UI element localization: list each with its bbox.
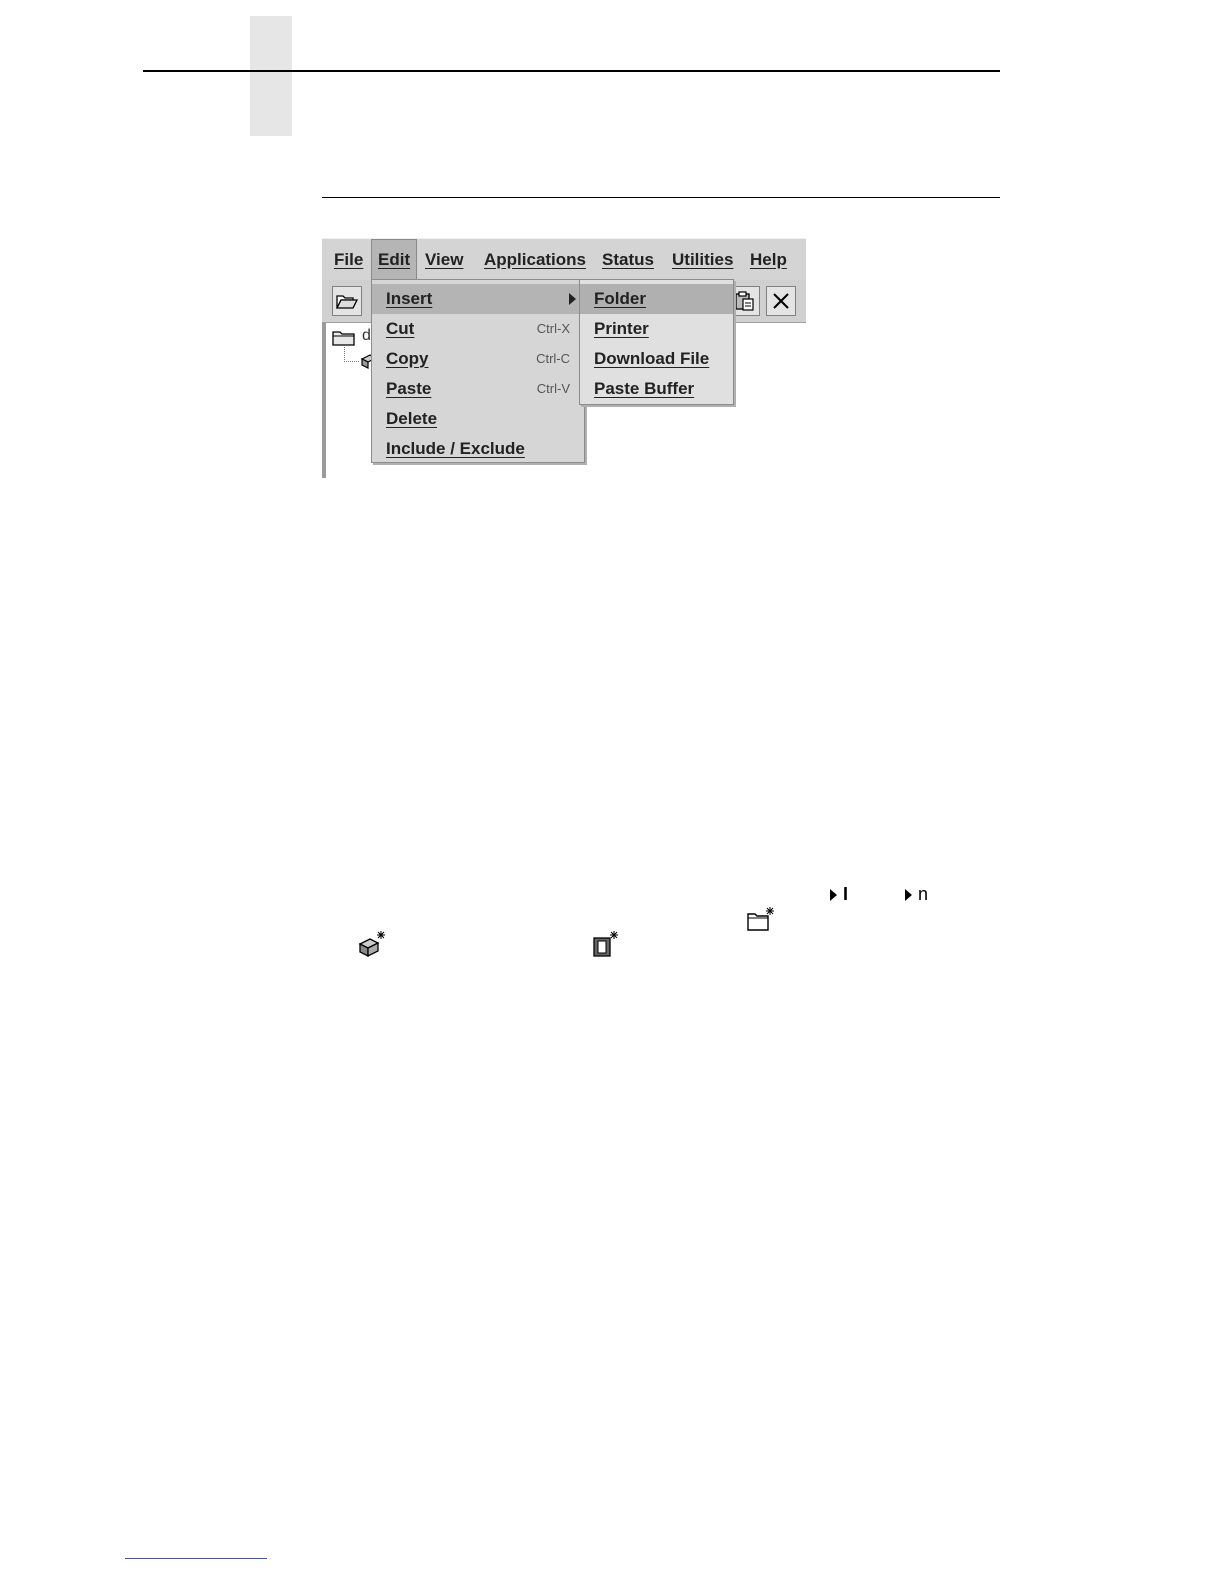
right-triangle-icon [830, 888, 837, 901]
header-rule [143, 70, 1000, 72]
glyph-2-text: n [918, 884, 929, 904]
glyph-1-text: I [843, 884, 849, 904]
menu-applications[interactable]: Applications [478, 239, 592, 281]
new-download-file-icon [593, 931, 618, 957]
menu-item-delete-label: Delete [386, 409, 438, 428]
app-window: File Edit View Applications Status Utili… [322, 238, 806, 478]
menu-edit[interactable]: Edit [371, 239, 418, 281]
submenu-item-download-file[interactable]: Download File [580, 344, 733, 374]
menu-item-cut[interactable]: Cut Ctrl-X [372, 314, 584, 344]
menu-view[interactable]: View [419, 239, 469, 281]
menu-item-copy-label: Copy [386, 349, 429, 368]
menu-item-insert-label: Insert [386, 289, 433, 308]
menu-item-copy-shortcut: Ctrl-C [536, 351, 570, 366]
menu-item-paste-shortcut: Ctrl-V [536, 381, 570, 396]
menu-item-include-exclude-label: Include / Exclude [386, 439, 525, 458]
tree-root-label[interactable]: d [362, 327, 371, 345]
menu-utilities[interactable]: Utilities [666, 239, 739, 281]
open-button[interactable] [332, 286, 362, 316]
new-folder-icon [747, 907, 774, 931]
submenu-item-paste-buffer[interactable]: Paste Buffer [580, 374, 733, 404]
close-icon [773, 293, 789, 309]
paste-button[interactable] [730, 286, 760, 316]
edit-menu-dropdown: Insert Cut Ctrl-X Copy Ctrl-C Paste Ctrl… [371, 279, 585, 463]
footer-link-underline [125, 1558, 267, 1559]
new-printer-icon [358, 931, 385, 958]
clipboard-icon [735, 291, 754, 311]
menu-item-delete[interactable]: Delete [372, 404, 584, 434]
menu-item-insert[interactable]: Insert [372, 284, 584, 314]
menu-status[interactable]: Status [596, 239, 660, 281]
menu-item-include-exclude[interactable]: Include / Exclude [372, 434, 584, 464]
menu-file[interactable]: File [328, 239, 369, 281]
tree-connector [344, 347, 359, 362]
folder-icon [332, 331, 355, 346]
submenu-item-download-file-label: Download File [594, 349, 710, 368]
submenu-item-printer[interactable]: Printer [580, 314, 733, 344]
menu-bar: File Edit View Applications Status Utili… [322, 238, 806, 281]
submenu-item-paste-buffer-label: Paste Buffer [594, 379, 695, 398]
menu-item-paste-label: Paste [386, 379, 432, 398]
menu-item-cut-label: Cut [386, 319, 415, 338]
delete-button[interactable] [766, 286, 796, 316]
arrow-glyph-1: I [830, 884, 848, 905]
right-triangle-icon [905, 888, 912, 901]
insert-submenu: Folder Printer Download File Paste Buffe… [579, 279, 734, 405]
arrow-glyph-2: n [905, 884, 928, 905]
submenu-item-folder[interactable]: Folder [580, 284, 733, 314]
submenu-arrow-icon [569, 293, 576, 305]
menu-item-copy[interactable]: Copy Ctrl-C [372, 344, 584, 374]
submenu-item-printer-label: Printer [594, 319, 649, 338]
section-rule [322, 197, 1000, 198]
menu-item-cut-shortcut: Ctrl-X [536, 321, 570, 336]
menu-item-paste[interactable]: Paste Ctrl-V [372, 374, 584, 404]
submenu-item-folder-label: Folder [594, 289, 646, 308]
menu-help[interactable]: Help [744, 239, 793, 281]
chapter-tab-marker [250, 16, 292, 136]
open-folder-icon [336, 295, 358, 309]
